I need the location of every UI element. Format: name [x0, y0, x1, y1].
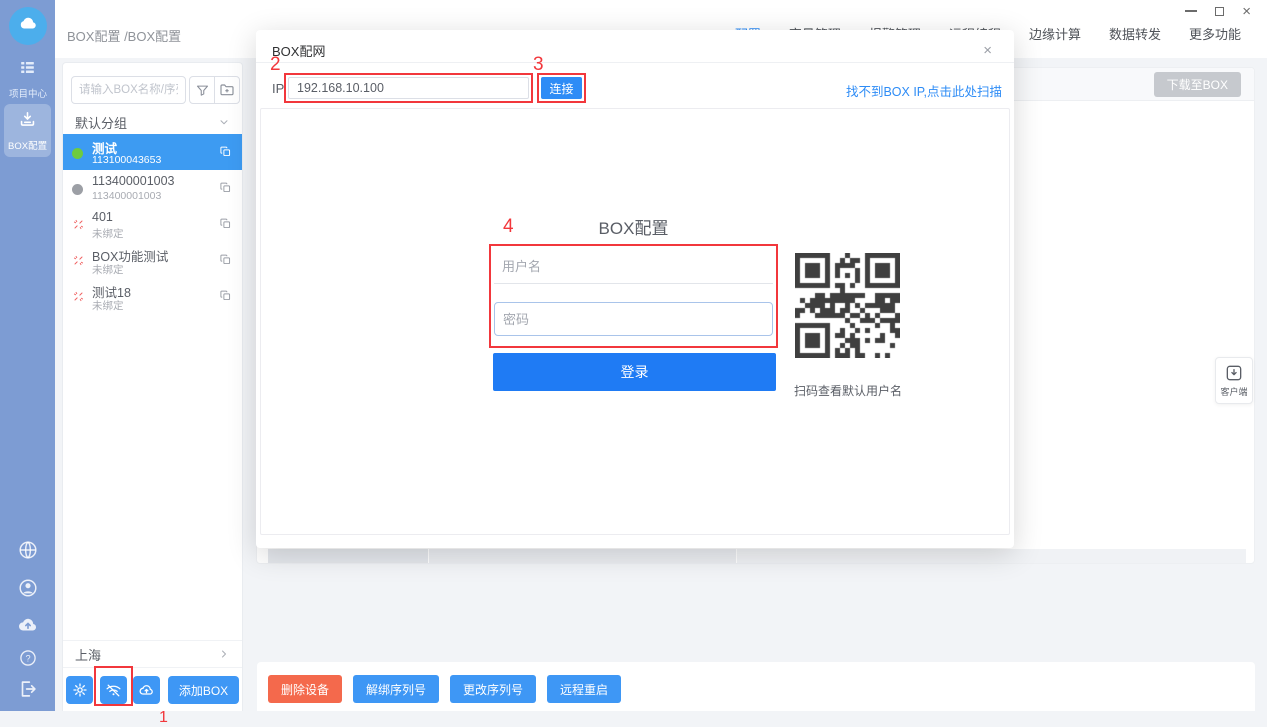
device-name: 113400001003 — [92, 174, 175, 188]
remote-restart-button[interactable]: 远程重启 — [547, 675, 621, 703]
funnel-icon — [195, 83, 210, 98]
device-row[interactable]: 401 未绑定 — [63, 206, 242, 242]
search-tools — [189, 76, 240, 104]
qr-code — [795, 253, 900, 358]
group-header-default[interactable]: 默认分组 — [63, 109, 242, 135]
minimize-icon[interactable] — [1185, 10, 1197, 12]
ip-input[interactable] — [288, 77, 529, 99]
table-header-cell — [737, 549, 1246, 563]
cloud-upload-icon — [138, 682, 155, 699]
settings-button[interactable] — [66, 676, 93, 704]
group-name: 默认分组 — [75, 113, 127, 132]
user-icon[interactable] — [0, 577, 55, 599]
device-row[interactable]: 测试18 未绑定 — [63, 278, 242, 314]
login-form-title: BOX配置 — [489, 214, 778, 239]
username-input[interactable] — [494, 250, 773, 284]
device-serial: 未绑定 — [92, 226, 124, 241]
device-actions: 删除设备 解绑序列号 更改序列号 远程重启 — [268, 675, 621, 703]
breadcrumb: BOX配置 /BOX配置 — [67, 26, 181, 45]
annotation-step-2: 2 — [270, 54, 281, 76]
device-serial: 未绑定 — [92, 298, 124, 313]
annotation-rect-step-1 — [94, 666, 133, 706]
logout-icon[interactable] — [0, 678, 55, 700]
annotation-step-3: 3 — [533, 54, 544, 76]
table-header-cell — [268, 549, 428, 563]
search-input[interactable] — [71, 76, 186, 104]
device-name: 401 — [92, 210, 113, 224]
project-center-grid-icon — [18, 58, 37, 82]
online-status-dot — [72, 148, 83, 159]
sidebar-item-label: 项目中心 — [9, 85, 47, 99]
device-serial: 未绑定 — [92, 262, 124, 277]
device-serial: 113400001003 — [92, 190, 161, 202]
login-button[interactable]: 登录 — [493, 353, 776, 391]
device-row[interactable]: BOX功能测试 未绑定 — [63, 242, 242, 278]
help-icon[interactable]: ? — [0, 648, 55, 668]
unbound-link-icon — [72, 254, 85, 272]
filter-button[interactable] — [189, 76, 215, 104]
table-header-cell — [429, 549, 736, 563]
app-sidebar: 项目中心 BOX配置 ? — [0, 0, 55, 711]
window-controls: × — [1185, 0, 1267, 22]
maximize-icon[interactable] — [1215, 7, 1224, 16]
copy-icon[interactable] — [219, 181, 232, 199]
panel-footer-buttons: 添加BOX — [63, 675, 242, 705]
cloud-logo-icon — [16, 12, 40, 41]
chevron-down-icon — [218, 116, 230, 128]
close-window-icon[interactable]: × — [1242, 4, 1251, 19]
unbound-link-icon — [72, 290, 85, 308]
footer-card: 删除设备 解绑序列号 更改序列号 远程重启 — [257, 662, 1255, 711]
chevron-right-icon — [218, 648, 230, 660]
box-network-modal: BOX配网 × 2 IP 3 连接 找不到BOX IP,点击此处扫描 4 BOX… — [256, 30, 1014, 548]
tab-data-forwarding[interactable]: 数据转发 — [1109, 24, 1161, 43]
scan-for-ip-link[interactable]: 找不到BOX IP,点击此处扫描 — [846, 81, 1002, 100]
add-box-button[interactable]: 添加BOX — [168, 676, 239, 704]
download-tray-icon — [18, 110, 37, 134]
copy-icon[interactable] — [219, 217, 232, 235]
group-header-shanghai[interactable]: 上海 — [63, 640, 242, 668]
device-serial: 113100043653 — [92, 154, 161, 166]
unbound-link-icon — [72, 218, 85, 236]
svg-text:?: ? — [25, 653, 30, 663]
annotation-step-1: 1 — [159, 709, 168, 727]
tab-more-functions[interactable]: 更多功能 — [1189, 24, 1241, 43]
copy-icon[interactable] — [219, 289, 232, 307]
download-to-box-button[interactable]: 下载至BOX — [1154, 72, 1241, 97]
divider — [256, 62, 1014, 63]
delete-device-button[interactable]: 删除设备 — [268, 675, 342, 703]
sidebar-item-project-center[interactable]: 项目中心 — [0, 58, 55, 100]
modal-close-icon[interactable]: × — [983, 43, 992, 58]
tab-edge-computing[interactable]: 边缘计算 — [1029, 24, 1081, 43]
gear-icon — [72, 682, 88, 698]
change-serial-button[interactable]: 更改序列号 — [450, 675, 536, 703]
password-input[interactable] — [494, 302, 773, 336]
copy-icon[interactable] — [219, 253, 232, 271]
app-logo — [9, 7, 47, 45]
folder-plus-icon — [219, 82, 235, 98]
qr-caption: 扫码查看默认用户名 — [783, 382, 913, 399]
unbind-serial-button[interactable]: 解绑序列号 — [353, 675, 439, 703]
ip-label: IP — [272, 81, 284, 96]
connect-button[interactable]: 连接 — [541, 77, 582, 99]
cloud-sync-button[interactable] — [133, 676, 160, 704]
device-list: 测试 113100043653 113400001003 11340000100… — [63, 134, 242, 314]
client-download-fab[interactable]: 客户端 — [1215, 357, 1253, 404]
add-group-button[interactable] — [214, 76, 240, 104]
client-download-icon — [1224, 363, 1244, 383]
device-row[interactable]: 113400001003 113400001003 — [63, 170, 242, 206]
annotation-step-4: 4 — [503, 216, 514, 238]
search-row — [71, 76, 236, 104]
offline-status-dot — [72, 184, 83, 195]
table-header-band — [268, 549, 1246, 563]
sidebar-item-label: BOX配置 — [8, 137, 47, 151]
cloud-upload-icon[interactable] — [0, 613, 55, 637]
group-name: 上海 — [75, 645, 101, 664]
sidebar-item-box-config[interactable]: BOX配置 — [4, 104, 51, 157]
client-fab-label: 客户端 — [1220, 385, 1247, 398]
copy-icon[interactable] — [219, 145, 232, 163]
device-panel: 默认分组 测试 113100043653 113400001003 113400… — [62, 62, 243, 711]
device-row[interactable]: 测试 113100043653 — [63, 134, 242, 170]
globe-icon[interactable] — [0, 539, 55, 561]
